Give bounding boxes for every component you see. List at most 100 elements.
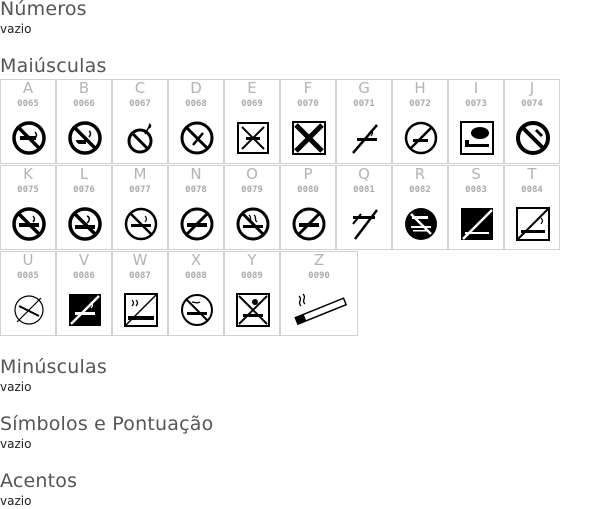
- glyph-cell[interactable]: Z 0090: [280, 251, 358, 336]
- no-smoking-white-square-icon: [516, 207, 550, 241]
- glyph-cell[interactable]: F 0070: [280, 79, 336, 164]
- glyph-letter: L: [79, 165, 89, 183]
- glyph-letter: I: [473, 79, 479, 97]
- glyph-code: 0086: [73, 271, 95, 281]
- glyph-code: 0067: [129, 99, 151, 109]
- glyph-cell[interactable]: R 0082: [392, 165, 448, 250]
- glyph-code: 0082: [409, 185, 431, 195]
- glyph-cell[interactable]: V 0086: [56, 251, 112, 336]
- glyph-letter: R: [414, 165, 426, 183]
- glyph-cell[interactable]: U 0085: [0, 251, 56, 336]
- glyph-letter: W: [132, 251, 148, 269]
- glyph-letter: H: [414, 79, 426, 97]
- glyph-letter: P: [303, 165, 313, 183]
- glyph-cell[interactable]: Q 0081: [336, 165, 392, 250]
- glyph-letter: U: [22, 251, 34, 269]
- glyph-letter: B: [78, 79, 90, 97]
- no-smoking-match-circle-icon: [127, 123, 153, 154]
- glyph-code: 0079: [241, 185, 263, 195]
- no-smoking-slash-icon: [352, 209, 378, 240]
- glyph-letter: Q: [358, 165, 370, 183]
- glyph-code: 0083: [465, 185, 487, 195]
- no-smoking-thin-circle-icon: [404, 121, 438, 155]
- section-numeros-empty: vazio: [0, 22, 32, 36]
- glyph-letter: V: [78, 251, 90, 269]
- section-maiusculas-title: Maiúsculas: [0, 55, 107, 77]
- glyph-letter: G: [358, 79, 370, 97]
- no-smoking-cigarette-circle-icon: [181, 294, 213, 326]
- section-simbolos-empty: vazio: [0, 437, 32, 451]
- glyph-cell[interactable]: A 0065: [0, 79, 56, 164]
- glyph-letter: T: [527, 165, 537, 183]
- glyph-code: 0071: [353, 99, 375, 109]
- glyph-cell[interactable]: B 0066: [56, 79, 112, 164]
- no-smoking-black-square-icon: [69, 294, 101, 326]
- smoking-lounge-box-icon: [460, 121, 494, 155]
- glyph-cell[interactable]: H 0072: [392, 79, 448, 164]
- glyph-cell[interactable]: N 0078: [168, 165, 224, 250]
- glyph-cell[interactable]: P 0080: [280, 165, 336, 250]
- glyph-code: 0090: [308, 271, 330, 281]
- glyph-code: 0074: [521, 99, 543, 109]
- no-smoking-black-square-icon: [461, 208, 493, 240]
- glyph-letter: A: [22, 79, 34, 97]
- glyph-code: 0075: [17, 185, 39, 195]
- glyph-letter: X: [190, 251, 202, 269]
- glyph-code: 0078: [185, 185, 207, 195]
- no-smoking-black-cross-box-icon: [292, 121, 326, 155]
- section-numeros-title: Números: [0, 0, 87, 20]
- glyph-cell[interactable]: O 0079: [224, 165, 280, 250]
- glyph-cell[interactable]: S 0083: [448, 165, 504, 250]
- glyph-cell[interactable]: D 0068: [168, 79, 224, 164]
- glyph-cell[interactable]: X 0088: [168, 251, 224, 336]
- section-acentos-empty: vazio: [0, 494, 32, 508]
- glyph-cell[interactable]: E 0069: [224, 79, 280, 164]
- glyph-letter: N: [190, 165, 202, 183]
- glyph-code: 0076: [73, 185, 95, 195]
- glyph-code: 0069: [241, 99, 263, 109]
- glyph-code: 0072: [409, 99, 431, 109]
- glyph-letter: D: [190, 79, 202, 97]
- glyph-letter: C: [134, 79, 146, 97]
- glyph-letter: J: [529, 79, 535, 97]
- glyph-code: 0073: [465, 99, 487, 109]
- glyph-code: 0068: [185, 99, 207, 109]
- glyph-code: 0087: [129, 271, 151, 281]
- glyph-letter: M: [133, 165, 147, 183]
- no-smoking-slash-icon: [352, 124, 378, 154]
- cigarette-icon: [294, 293, 348, 326]
- no-smoking-cigarette-circle-icon: [12, 207, 46, 241]
- no-smoking-pipe-circle-icon: [68, 121, 102, 155]
- glyph-letter: F: [303, 79, 313, 97]
- glyph-code: 0065: [17, 99, 39, 109]
- no-smoking-thick-circle-icon: [516, 121, 550, 155]
- glyph-cell[interactable]: C 0067: [112, 79, 168, 164]
- glyph-cell[interactable]: I 0073: [448, 79, 504, 164]
- glyph-cell[interactable]: J 0074: [504, 79, 560, 164]
- glyph-cell[interactable]: T 0084: [504, 165, 560, 250]
- no-smoking-sketch-circle-icon: [14, 295, 44, 325]
- glyph-code: 0077: [129, 185, 151, 195]
- glyph-cell[interactable]: G 0071: [336, 79, 392, 164]
- no-smoking-cigarette-circle-icon: [292, 207, 326, 241]
- glyph-cell[interactable]: W 0087: [112, 251, 168, 336]
- section-acentos-title: Acentos: [0, 470, 78, 492]
- glyph-cell[interactable]: L 0076: [56, 165, 112, 250]
- glyph-letter: Z: [313, 251, 325, 269]
- section-minusculas-title: Minúsculas: [0, 356, 107, 378]
- glyph-cell[interactable]: Y 0089: [224, 251, 280, 336]
- glyph-code: 0066: [73, 99, 95, 109]
- no-smoking-box-cross-icon: [237, 122, 269, 154]
- section-minusculas-empty: vazio: [0, 380, 32, 394]
- no-smoking-slash-circle-icon: [180, 121, 214, 155]
- no-smoking-black-disc-icon: [405, 208, 437, 240]
- no-smoking-cigarette-circle-icon: [236, 207, 270, 241]
- glyph-letter: Y: [247, 251, 257, 269]
- glyph-letter: K: [23, 165, 33, 183]
- no-smoking-cigarette-circle-icon: [180, 207, 214, 241]
- glyph-cell[interactable]: K 0075: [0, 165, 56, 250]
- no-smoking-white-square-icon: [124, 293, 158, 327]
- section-simbolos-title: Símbolos e Pontuação: [0, 413, 214, 435]
- no-smoking-box-cross-icon: [236, 293, 270, 327]
- glyph-cell[interactable]: M 0077: [112, 165, 168, 250]
